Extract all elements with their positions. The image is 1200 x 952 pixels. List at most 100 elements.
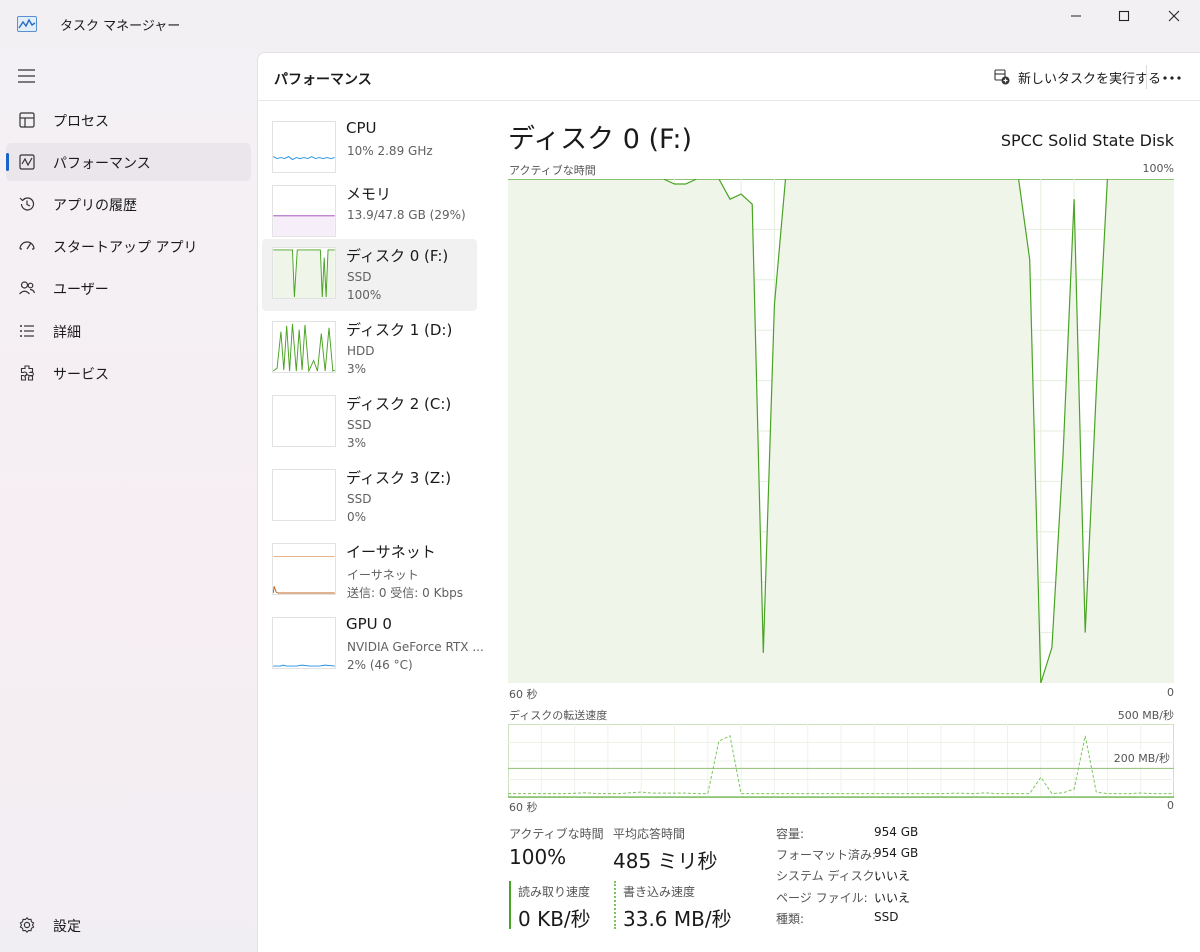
device-name: GPU 0 — [346, 615, 392, 633]
device-thumbnail-graph — [272, 469, 336, 521]
read-speed-legend-bar — [509, 881, 511, 929]
device-name: メモリ — [346, 185, 392, 203]
device-usage: 送信: 0 受信: 0 Kbps — [347, 586, 463, 600]
transfer-x-left-label: 60 秒 — [509, 801, 538, 814]
device-thumbnail-graph — [272, 121, 336, 173]
device-thumbnail-graph — [272, 543, 336, 595]
device-detail: SSD — [347, 492, 372, 506]
active-time-stat-label: アクティブな時間 — [509, 827, 604, 841]
active-time-stat-value: 100% — [509, 845, 567, 869]
more-icon — [1163, 76, 1181, 80]
services-icon — [20, 365, 34, 381]
navigation-sidebar: プロセス パフォーマンス アプリの履歴 スタートアップ アプリ ユーザー 詳細 … — [0, 48, 257, 952]
device-item-gpu-0[interactable]: GPU 0 NVIDIA GeForce RTX ... 2% (46 °C) — [262, 609, 484, 681]
device-usage: 3% — [347, 362, 367, 376]
capacity-value: 954 GB — [874, 825, 919, 839]
sidebar-item-app-history[interactable]: アプリの履歴 — [6, 185, 251, 223]
sidebar-item-settings[interactable]: 設定 — [6, 906, 251, 944]
device-detail: 10% 2.89 GHz — [347, 144, 433, 158]
device-name: CPU — [346, 119, 377, 137]
close-icon — [1168, 10, 1180, 22]
transfer-mid-label: 200 MB/秒 — [1111, 750, 1172, 766]
performance-icon — [19, 154, 35, 170]
page-file-key: ページ ファイル: — [776, 891, 868, 905]
device-detail: イーサネット — [347, 568, 419, 582]
device-item-disk-1[interactable]: ディスク 1 (D:) HDD 3% — [262, 313, 477, 385]
device-detail: NVIDIA GeForce RTX ... — [347, 640, 484, 654]
device-thumbnail-graph — [272, 395, 336, 447]
users-icon — [19, 281, 36, 295]
sidebar-item-label: サービス — [53, 367, 109, 383]
sidebar-item-processes[interactable]: プロセス — [6, 101, 251, 139]
active-time-chart — [508, 179, 1174, 683]
selected-indicator — [6, 153, 9, 171]
write-speed-legend-bar — [614, 881, 616, 929]
process-icon — [19, 112, 35, 128]
active-time-area — [508, 179, 1174, 683]
avg-response-stat-label: 平均応答時間 — [613, 827, 686, 841]
sidebar-item-label: ユーザー — [53, 282, 109, 298]
run-new-task-button[interactable]: 新しいタスクを実行する — [988, 63, 1167, 91]
details-icon — [20, 325, 34, 337]
device-item-cpu[interactable]: CPU 10% 2.89 GHz — [262, 113, 477, 185]
disk-title: ディスク 0 (F:) — [508, 124, 693, 155]
active-time-x-left-label: 60 秒 — [509, 688, 538, 701]
sidebar-item-services[interactable]: サービス — [6, 354, 251, 392]
sidebar-item-performance[interactable]: パフォーマンス — [6, 143, 251, 181]
page-file-value: いいえ — [874, 891, 911, 905]
device-usage: 3% — [347, 436, 367, 450]
sidebar-item-label: スタートアップ アプリ — [53, 240, 198, 256]
new-task-icon — [994, 69, 1010, 85]
maximize-button[interactable] — [1100, 0, 1148, 32]
active-time-chart-max-label: 100% — [1142, 162, 1174, 175]
sidebar-item-label: パフォーマンス — [53, 156, 151, 172]
device-item-disk-3[interactable]: ディスク 3 (Z:) SSD 0% — [262, 461, 477, 533]
write-speed-value: 33.6 MB/秒 — [623, 907, 732, 931]
sidebar-item-label: 設定 — [53, 919, 81, 935]
device-thumbnail-graph — [272, 321, 336, 373]
device-item-disk-0[interactable]: ディスク 0 (F:) SSD 100% — [262, 239, 477, 311]
formatted-value: 954 GB — [874, 846, 919, 860]
sidebar-item-users[interactable]: ユーザー — [6, 269, 251, 307]
task-manager-app-icon — [17, 16, 37, 32]
read-speed-label: 読み取り速度 — [518, 885, 591, 899]
minimize-icon — [1071, 15, 1081, 17]
minimize-button[interactable] — [1052, 0, 1100, 32]
capacity-key: 容量: — [776, 827, 805, 841]
close-button[interactable] — [1150, 0, 1198, 32]
device-item-disk-2[interactable]: ディスク 2 (C:) SSD 3% — [262, 387, 477, 459]
read-speed-value: 0 KB/秒 — [518, 907, 591, 931]
formatted-key: フォーマット済み: — [776, 848, 877, 862]
device-detail: SSD — [347, 270, 372, 284]
header-divider — [1146, 65, 1147, 89]
active-time-chart-label: アクティブな時間 — [509, 164, 596, 177]
device-item-ethernet[interactable]: イーサネット イーサネット 送信: 0 受信: 0 Kbps — [262, 535, 477, 607]
gear-icon — [19, 916, 35, 934]
transfer-chart-label: ディスクの転送速度 — [509, 709, 608, 722]
run-new-task-label: 新しいタスクを実行する — [1018, 71, 1162, 87]
maximize-icon — [1118, 10, 1130, 22]
hamburger-menu-icon[interactable] — [17, 68, 37, 84]
transfer-rate-chart — [508, 724, 1174, 798]
device-usage: 2% (46 °C) — [347, 658, 413, 672]
device-detail: HDD — [347, 344, 375, 358]
sidebar-item-label: プロセス — [53, 114, 109, 130]
more-options-button[interactable] — [1158, 67, 1186, 89]
device-name: ディスク 3 (Z:) — [346, 469, 452, 487]
avg-response-stat-value: 485 ミリ秒 — [613, 849, 718, 873]
page-header: パフォーマンス 新しいタスクを実行する — [258, 53, 1200, 101]
sidebar-item-details[interactable]: 詳細 — [6, 312, 251, 350]
system-disk-key: システム ディスク: — [776, 869, 879, 883]
sidebar-item-startup-apps[interactable]: スタートアップ アプリ — [6, 227, 251, 265]
device-name: ディスク 2 (C:) — [346, 395, 452, 413]
device-name: イーサネット — [346, 543, 436, 561]
device-detail: SSD — [347, 418, 372, 432]
device-thumbnail-graph — [272, 247, 336, 299]
system-disk-value: いいえ — [874, 869, 911, 883]
type-key: 種類: — [776, 912, 805, 926]
device-usage: 100% — [347, 288, 382, 302]
page-title: パフォーマンス — [274, 72, 372, 88]
window-title: タスク マネージャー — [60, 19, 181, 34]
device-thumbnail-graph — [272, 185, 336, 237]
device-name: ディスク 1 (D:) — [346, 321, 453, 339]
